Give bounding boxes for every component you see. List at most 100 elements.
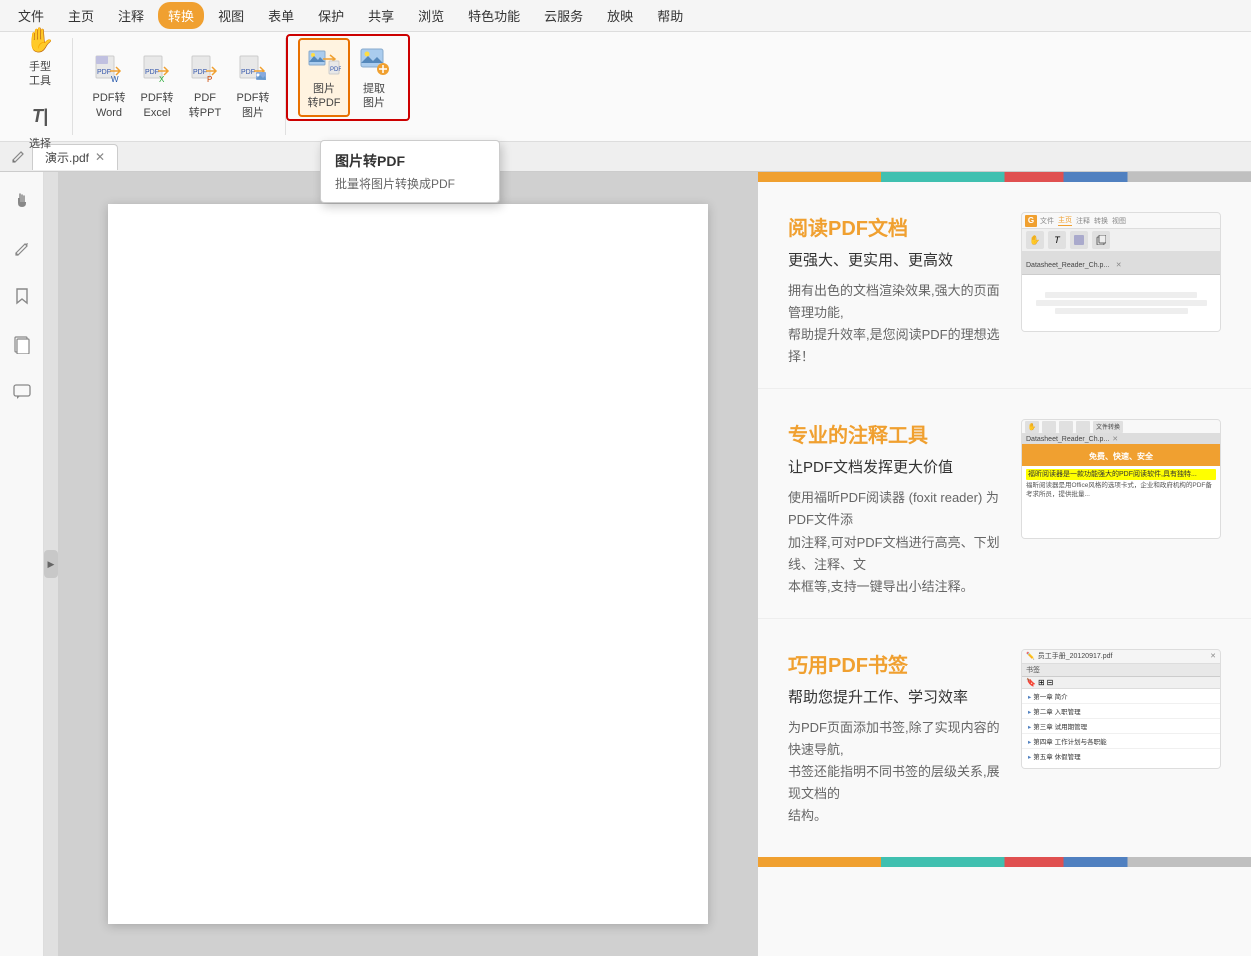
extract-img-button[interactable]: 提取图片: [350, 40, 398, 115]
feature-bookmark-text: 巧用PDF书签 帮助您提升工作、学习效率 为PDF页面添加书签,除了实现内容的快…: [788, 649, 1001, 827]
sidebar-left: [0, 172, 44, 956]
mini-toolbar-row: ✋ T: [1022, 229, 1220, 252]
right-panel: 阅读PDF文档 更强大、更实用、更高效 拥有出色的文档渲染效果,强大的页面管理功…: [758, 172, 1251, 956]
svg-text:PDF: PDF: [241, 69, 255, 76]
bm-icon-row: 🔖 ⊞ ⊟: [1022, 677, 1220, 689]
menu-special[interactable]: 特色功能: [458, 2, 530, 29]
feature-read-pdf: 阅读PDF文档 更强大、更实用、更高效 拥有出色的文档渲染效果,强大的页面管理功…: [758, 182, 1251, 389]
annot-icon-2: [1042, 421, 1056, 433]
bm-item-3: ▸第三章 试用期管理: [1022, 719, 1220, 734]
mini-filename: Datasheet_Reader_Ch.p...: [1026, 262, 1109, 269]
sidebar-collapse-area: ▶: [44, 172, 58, 956]
stripe-footer: [758, 857, 1251, 867]
menu-help[interactable]: 帮助: [647, 2, 693, 29]
mini-doc-line-2: [1036, 300, 1207, 306]
menu-cloud[interactable]: 云服务: [534, 2, 593, 29]
bm-icon-1: ✏️: [1026, 652, 1035, 660]
mini-img-btn: [1070, 231, 1088, 249]
tooltip-title: 图片转PDF: [335, 151, 485, 171]
feature-read-text: 阅读PDF文档 更强大、更实用、更高效 拥有出色的文档渲染效果,强大的页面管理功…: [788, 212, 1001, 368]
bm-item-2: ▸第二章 入职管理: [1022, 704, 1220, 719]
svg-text:PDF: PDF: [145, 69, 159, 76]
mini-logo: G: [1025, 215, 1037, 227]
pdf-to-word-button[interactable]: PDF W PDF转Word: [85, 49, 133, 124]
sidebar-hand-icon[interactable]: [4, 182, 40, 218]
annot-mini-toolbar: ✋ 文件转换: [1022, 420, 1220, 434]
pdf-img-icon: PDF: [235, 53, 271, 89]
tabbar: 演示.pdf ✕: [0, 142, 1251, 172]
mini-home-tab: 主页: [1058, 215, 1072, 226]
feature-bookmark-preview: ✏️ 员工手册_20120917.pdf ✕ 书签 🔖 ⊞ ⊟ ▸第一章 简介 …: [1021, 649, 1221, 769]
annot-file-btn: 文件转换: [1093, 421, 1123, 433]
bm-bookmark-icon: 🔖: [1026, 678, 1036, 687]
feature-annotate-desc: 使用福昕PDF阅读器 (foxit reader) 为PDF文件添 加注释,可对…: [788, 487, 1001, 597]
convert-group: PDF W PDF转Word PDF X PDF转Excel: [77, 38, 286, 135]
annot-close: ✕: [1112, 435, 1118, 443]
mini-convert-tab: 转换: [1094, 216, 1108, 226]
feature-annotate-subtitle: 让PDF文档发挥更大价值: [788, 456, 1001, 477]
svg-text:PDF: PDF: [97, 69, 111, 76]
menu-convert[interactable]: 转换: [158, 2, 204, 29]
hand-tool-button[interactable]: ✋ 手型工具: [16, 18, 64, 93]
mini-doc-area: [1022, 275, 1220, 331]
sidebar-comment-icon[interactable]: [4, 374, 40, 410]
annot-highlight: 福昕阅读器是一款功能强大的PDF阅读软件,具有独特...: [1026, 469, 1216, 480]
pdf-to-img-button[interactable]: PDF PDF转图片: [229, 49, 277, 124]
sidebar-bookmark-icon[interactable]: [4, 278, 40, 314]
menu-view[interactable]: 视图: [208, 2, 254, 29]
pdf-word-label: PDF转Word: [93, 91, 126, 120]
sidebar-pencil-icon[interactable]: [4, 230, 40, 266]
mini-doc-line-1: [1045, 292, 1197, 298]
pdf-excel-label: PDF转Excel: [141, 91, 174, 120]
sidebar-pages-icon[interactable]: [4, 326, 40, 362]
mini-hand-btn: ✋: [1026, 231, 1044, 249]
feature-annotate-text: 专业的注释工具 让PDF文档发挥更大价值 使用福昕PDF阅读器 (foxit r…: [788, 419, 1001, 597]
feature-read-preview: G 文件 主页 注释 转换 视图 ✋ T: [1021, 212, 1221, 332]
mini-filename-bar: Datasheet_Reader_Ch.p... ✕: [1022, 252, 1220, 275]
bm-section-label: 书签: [1022, 664, 1220, 677]
main-layout: ▶ 阅读PDF文档 更强大、更实用、更高效 拥有出色的文档渲染效果,强大的页面管…: [0, 172, 1251, 956]
menu-browse[interactable]: 浏览: [408, 2, 454, 29]
bm-item-1: ▸第一章 简介: [1022, 689, 1220, 704]
extract-img-icon: [356, 44, 392, 80]
mini-text-btn: T: [1048, 231, 1066, 249]
menu-share[interactable]: 共享: [358, 2, 404, 29]
mini-close: ✕: [1116, 262, 1122, 269]
feature-bookmark-desc: 为PDF页面添加书签,除了实现内容的快速导航, 书签还能指明不同书签的层级关系,…: [788, 717, 1001, 827]
annot-content: 福昕阅读器是一款功能强大的PDF阅读软件,具有独特... 福昕阅读器是用Offi…: [1022, 466, 1220, 538]
bm-expand-icon: ⊞: [1038, 678, 1045, 687]
pdf-img-label: PDF转图片: [237, 91, 270, 120]
menu-protect[interactable]: 保护: [308, 2, 354, 29]
svg-text:W: W: [111, 75, 119, 84]
img-to-pdf-button[interactable]: PDF 图片转PDF: [298, 38, 350, 117]
pdf-ppt-label: PDF转PPT: [189, 91, 221, 120]
hand-icon: ✋: [22, 22, 58, 58]
cursor-icon: T|: [22, 99, 58, 135]
mini-file-tab: 文件: [1040, 216, 1054, 226]
feature-annotate-pdf: 专业的注释工具 让PDF文档发挥更大价值 使用福昕PDF阅读器 (foxit r…: [758, 389, 1251, 618]
menu-present[interactable]: 放映: [597, 2, 643, 29]
mini-copy-btn: [1092, 231, 1110, 249]
menu-annotate[interactable]: 注释: [108, 2, 154, 29]
tab-close-button[interactable]: ✕: [95, 150, 105, 164]
feature-bookmark-subtitle: 帮助您提升工作、学习效率: [788, 686, 1001, 707]
select-tool-button[interactable]: T| 选择: [16, 95, 64, 155]
menu-home[interactable]: 主页: [58, 2, 104, 29]
img-to-pdf-label: 图片转PDF: [308, 82, 341, 111]
pdf-view-area[interactable]: [58, 172, 758, 956]
bm-list: ▸第一章 简介 ▸第二章 入职管理 ▸第三章 试用期管理 ▸第四章 工作计划与各…: [1022, 689, 1220, 768]
annot-small-text: 福昕阅读器是用Office风格的选项卡式，企业和政府机构的PDF备考求所员，提供…: [1026, 482, 1216, 499]
bm-close: ✕: [1210, 652, 1216, 660]
pdf-to-excel-button[interactable]: PDF X PDF转Excel: [133, 49, 181, 124]
extract-img-label: 提取图片: [363, 82, 385, 111]
mini-annot-tab: 注释: [1076, 216, 1090, 226]
img-convert-group: PDF 图片转PDF 提取图片: [290, 38, 406, 117]
mini-view-tab: 视图: [1112, 216, 1126, 226]
feature-annotate-title: 专业的注释工具: [788, 419, 1001, 448]
mini-doc-line-3: [1055, 308, 1188, 314]
menu-form[interactable]: 表单: [258, 2, 304, 29]
annot-icon-4: [1076, 421, 1090, 433]
collapse-toggle-button[interactable]: ▶: [44, 550, 58, 578]
annot-filename: Datasheet_Reader_Ch.p...: [1026, 436, 1109, 443]
pdf-to-ppt-button[interactable]: PDF P PDF转PPT: [181, 49, 229, 124]
